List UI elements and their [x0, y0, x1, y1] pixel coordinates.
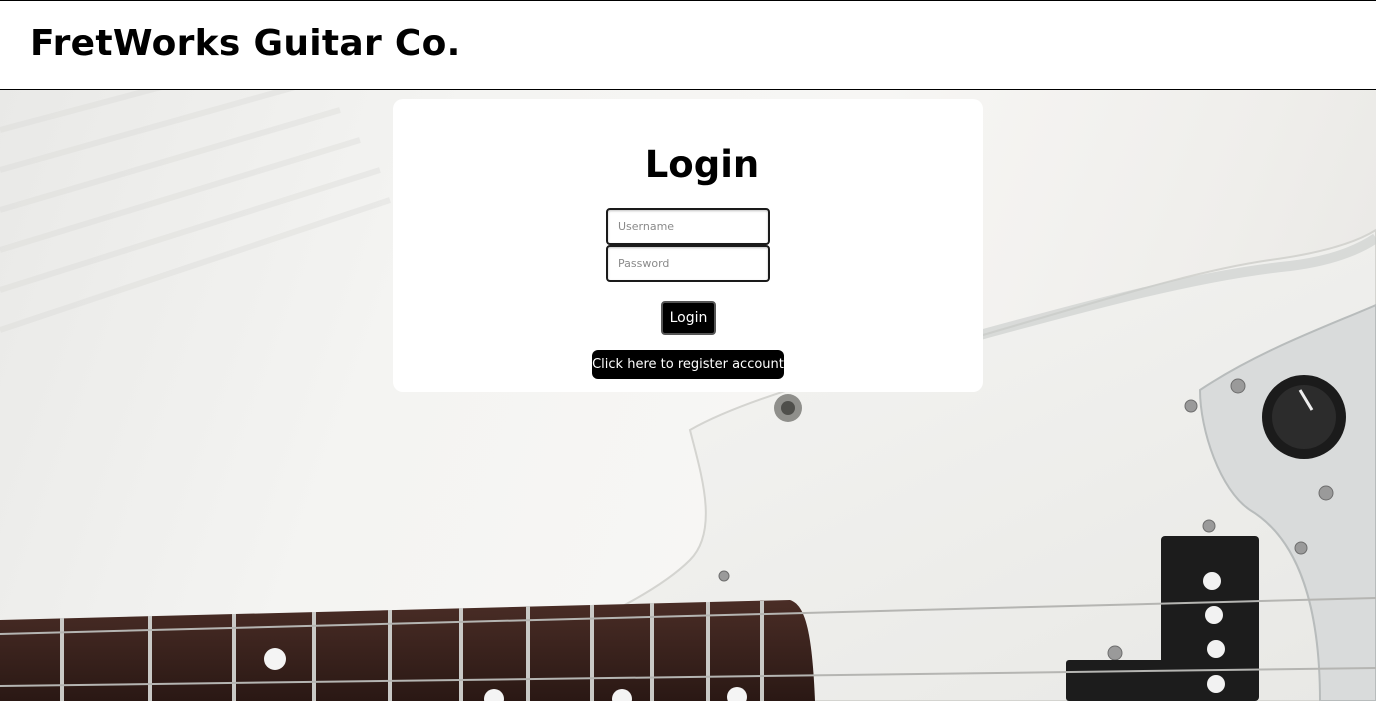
login-button[interactable]: Login: [661, 301, 716, 335]
password-input[interactable]: [606, 245, 770, 282]
login-title: Login: [644, 143, 760, 186]
site-title: FretWorks Guitar Co.: [30, 23, 461, 64]
hero-background: Login Login Click here to register accou…: [0, 90, 1376, 701]
login-card: Login Login Click here to register accou…: [393, 99, 983, 392]
register-account-button[interactable]: Click here to register account: [592, 350, 784, 379]
site-header: FretWorks Guitar Co.: [0, 0, 1376, 90]
username-input[interactable]: [606, 208, 770, 245]
